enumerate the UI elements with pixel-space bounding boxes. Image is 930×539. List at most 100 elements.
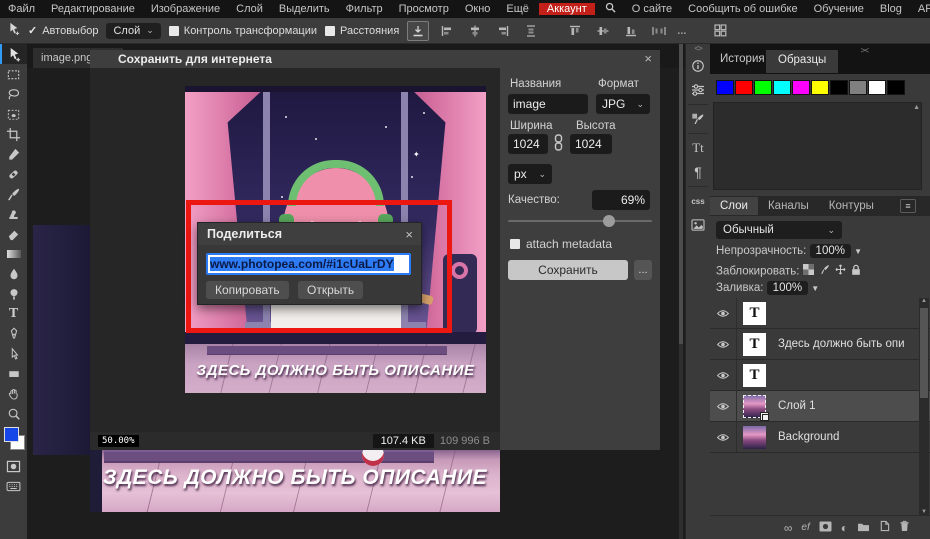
- color-swatch[interactable]: [716, 80, 734, 95]
- unit-select[interactable]: px ⌄: [508, 164, 552, 184]
- crop-tool[interactable]: [0, 124, 27, 144]
- color-swatch[interactable]: [868, 80, 886, 95]
- import-image-button[interactable]: [407, 21, 429, 41]
- tab-swatches[interactable]: Образцы: [766, 50, 838, 73]
- info-panel-icon[interactable]: [686, 54, 710, 78]
- character-panel-icon[interactable]: Tt: [686, 136, 710, 160]
- menu-view[interactable]: Просмотр: [391, 3, 457, 15]
- move-tool[interactable]: [0, 44, 27, 64]
- lock-pixels-icon[interactable]: [819, 264, 830, 279]
- image-panel-icon[interactable]: [686, 213, 710, 237]
- tab-paths[interactable]: Контуры: [819, 197, 884, 215]
- menu-report-bug[interactable]: Сообщить об ошибке: [680, 3, 805, 15]
- color-swatch[interactable]: [754, 80, 772, 95]
- menu-edit[interactable]: Редактирование: [43, 3, 143, 15]
- new-layer-icon[interactable]: [879, 519, 890, 537]
- color-swatch[interactable]: [811, 80, 829, 95]
- text-layer-thumbnail[interactable]: T: [743, 333, 766, 356]
- layer-visibility-eye-icon[interactable]: [710, 391, 737, 421]
- lock-position-icon[interactable]: [835, 264, 846, 279]
- align-top-icon[interactable]: [565, 22, 585, 40]
- color-swatch[interactable]: [773, 80, 791, 95]
- lock-transparency-icon[interactable]: [803, 264, 814, 279]
- fill-dropdown-icon[interactable]: ▼: [811, 284, 819, 293]
- quick-mask-icon[interactable]: [0, 456, 27, 476]
- menu-layer[interactable]: Слой: [228, 3, 271, 15]
- tab-layers[interactable]: Слои: [710, 197, 758, 215]
- layer-row-selected[interactable]: Слой 1: [710, 391, 930, 422]
- name-input[interactable]: [508, 94, 588, 114]
- image-layer-thumbnail[interactable]: [743, 426, 766, 449]
- layer-visibility-eye-icon[interactable]: [710, 360, 737, 390]
- layers-scrollbar[interactable]: ▲ ▼: [919, 298, 929, 515]
- scrollbar-thumb[interactable]: [920, 308, 928, 398]
- width-input[interactable]: [508, 134, 548, 154]
- scroll-up-icon[interactable]: ▲: [913, 104, 920, 111]
- hand-tool[interactable]: [0, 384, 27, 404]
- rectangle-select-tool[interactable]: [0, 64, 27, 84]
- lasso-tool[interactable]: [0, 84, 27, 104]
- opacity-dropdown-icon[interactable]: ▼: [854, 247, 862, 256]
- document-canvas[interactable]: ЗДЕСЬ ДОЛЖНО БЫТЬ ОПИСАНИЕ: [90, 450, 500, 512]
- quality-input[interactable]: 69%: [592, 190, 650, 210]
- adjustment-layer-icon[interactable]: ◐: [841, 521, 848, 535]
- blend-mode-select[interactable]: Обычный ⌄: [716, 221, 842, 239]
- menu-learn[interactable]: Обучение: [806, 3, 872, 15]
- quality-slider[interactable]: [508, 220, 652, 222]
- collapse-panel-icon[interactable]: ><: [861, 46, 868, 55]
- save-button[interactable]: Сохранить: [508, 260, 628, 280]
- layer-visibility-eye-icon[interactable]: [710, 298, 737, 328]
- menu-window[interactable]: Окно: [457, 3, 499, 15]
- align-left-icon[interactable]: [437, 22, 457, 40]
- gradient-tool[interactable]: [0, 244, 27, 264]
- foreground-color-swatch[interactable]: [4, 427, 19, 442]
- link-dimensions-icon[interactable]: [553, 134, 564, 154]
- dialog-close-icon[interactable]: ×: [644, 51, 652, 66]
- keyboard-shortcuts-icon[interactable]: [0, 476, 27, 496]
- transform-controls-checkbox[interactable]: Контроль трансформации: [169, 25, 317, 37]
- object-select-tool[interactable]: [0, 104, 27, 124]
- css-panel-icon[interactable]: css: [686, 189, 710, 213]
- layer-row[interactable]: T: [710, 298, 930, 329]
- quality-slider-knob[interactable]: [603, 215, 615, 227]
- image-layer-thumbnail[interactable]: [743, 395, 766, 418]
- scroll-up-icon[interactable]: ▲: [919, 298, 929, 304]
- save-more-button[interactable]: ...: [634, 260, 652, 280]
- new-group-folder-icon[interactable]: [857, 519, 870, 537]
- menu-api[interactable]: API: [910, 3, 930, 15]
- layer-row[interactable]: Background: [710, 422, 930, 453]
- color-swatch[interactable]: [830, 80, 848, 95]
- distribute-horizontal-icon[interactable]: [649, 22, 669, 40]
- open-button[interactable]: Открыть: [298, 281, 363, 299]
- menu-filter[interactable]: Фильтр: [338, 3, 391, 15]
- layer-effects-icon[interactable]: ef: [801, 522, 809, 533]
- menu-file[interactable]: Файл: [0, 3, 43, 15]
- color-swatch[interactable]: [887, 80, 905, 95]
- healing-tool[interactable]: [0, 164, 27, 184]
- share-dialog-header[interactable]: Поделиться ×: [198, 223, 421, 245]
- align-right-icon[interactable]: [493, 22, 513, 40]
- align-middle-icon[interactable]: [593, 22, 613, 40]
- color-swatch[interactable]: [792, 80, 810, 95]
- account-button[interactable]: Аккаунт: [539, 3, 595, 15]
- autoselect-checkbox[interactable]: ✓ Автовыбор: [28, 24, 98, 37]
- blur-tool[interactable]: [0, 264, 27, 284]
- collapse-panels-icon[interactable]: <>: [686, 44, 710, 54]
- layer-row[interactable]: T Здесь должно быть опи: [710, 329, 930, 360]
- menu-blog[interactable]: Blog: [872, 3, 910, 15]
- menu-select[interactable]: Выделить: [271, 3, 338, 15]
- delete-layer-trash-icon[interactable]: [899, 519, 910, 537]
- menu-about[interactable]: О сайте: [624, 3, 680, 15]
- share-url-input[interactable]: www.photopea.com/#i1cUaLrDY: [206, 253, 411, 275]
- panel-menu-icon[interactable]: ≡: [900, 199, 916, 213]
- height-input[interactable]: [570, 134, 612, 154]
- link-layers-icon[interactable]: ∞: [784, 521, 793, 535]
- paragraph-panel-icon[interactable]: ¶: [686, 160, 710, 184]
- pen-tool[interactable]: [0, 324, 27, 344]
- lock-all-icon[interactable]: [851, 264, 861, 279]
- brush-tool[interactable]: [0, 184, 27, 204]
- menu-image[interactable]: Изображение: [143, 3, 228, 15]
- distances-checkbox[interactable]: Расстояния: [325, 25, 399, 37]
- brush-settings-panel-icon[interactable]: [686, 107, 710, 131]
- properties-panel-icon[interactable]: [686, 78, 710, 102]
